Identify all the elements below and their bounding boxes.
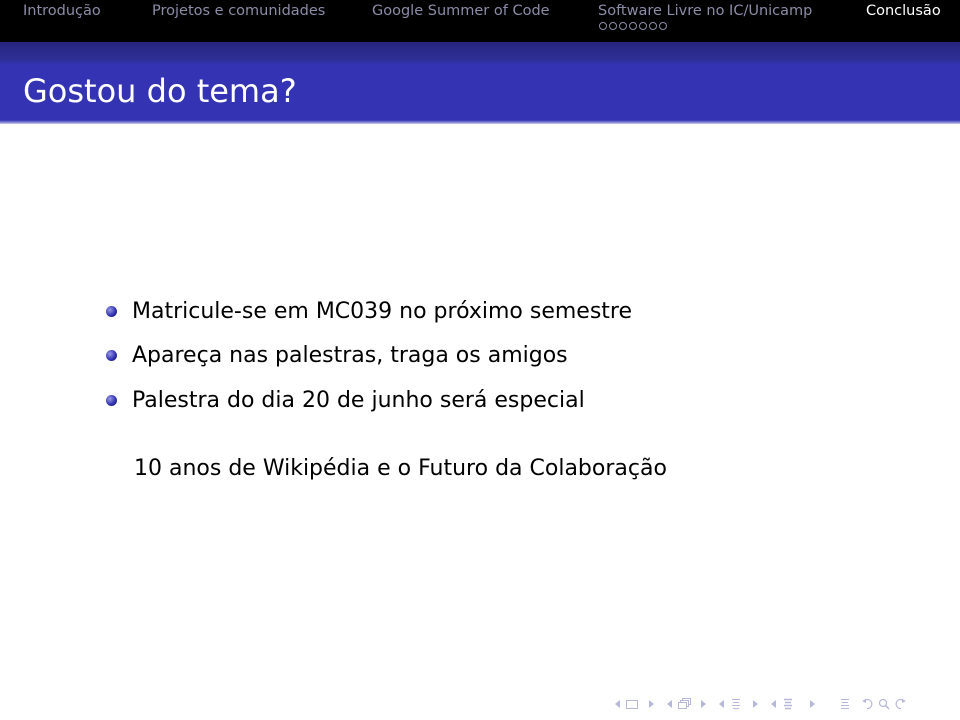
- talk-title-note: 10 anos de Wikipédia e o Futuro da Colab…: [134, 456, 667, 481]
- bullet-text: Apareça nas palestras, traga os amigos: [132, 343, 568, 368]
- nav-section-gsoc[interactable]: Google Summer of Code: [372, 3, 550, 19]
- beamer-navigation-symbols: [612, 694, 908, 714]
- search-icon[interactable]: [876, 698, 892, 710]
- mini-frame-dot[interactable]: [619, 22, 627, 30]
- arrow-right-icon[interactable]: [640, 700, 664, 708]
- frame-icon[interactable]: [624, 699, 640, 709]
- bullet-item: Palestra do dia 20 de junho será especia…: [106, 388, 585, 413]
- align-icon[interactable]: [830, 698, 860, 710]
- arrow-left-icon[interactable]: [612, 700, 624, 708]
- bullet-icon: [106, 350, 117, 361]
- mini-frame-dot[interactable]: [659, 22, 667, 30]
- mini-frame-dot[interactable]: [629, 22, 637, 30]
- slides-icon[interactable]: [676, 698, 692, 710]
- mini-frame-dot[interactable]: [639, 22, 647, 30]
- bullet-text: Palestra do dia 20 de junho será especia…: [132, 388, 585, 413]
- arrow-right-icon[interactable]: [692, 700, 716, 708]
- mini-frame-dots: [599, 22, 667, 30]
- subsection-icon[interactable]: [728, 698, 744, 710]
- bullet-icon: [106, 395, 117, 406]
- section-navigation-bar: Introdução Projetos e comunidades Google…: [0, 0, 960, 42]
- section-icon[interactable]: [780, 698, 796, 710]
- nav-section-software-livre[interactable]: Software Livre no IC/Unicamp: [598, 3, 812, 19]
- nav-section-projetos[interactable]: Projetos e comunidades: [152, 3, 325, 19]
- mini-frame-dot[interactable]: [599, 22, 607, 30]
- nav-section-conclusao[interactable]: Conclusão: [866, 3, 941, 19]
- arrow-left-icon[interactable]: [716, 700, 728, 708]
- bullet-item: Apareça nas palestras, traga os amigos: [106, 343, 568, 368]
- bullet-icon: [106, 306, 117, 317]
- mini-frame-dot[interactable]: [609, 22, 617, 30]
- arrow-left-icon[interactable]: [664, 700, 676, 708]
- bullet-item: Matricule-se em MC039 no próximo semestr…: [106, 299, 632, 324]
- mini-frame-dot[interactable]: [649, 22, 657, 30]
- arrow-right-icon[interactable]: [744, 700, 768, 708]
- forward-icon[interactable]: [892, 698, 908, 710]
- arrow-right-icon[interactable]: [796, 700, 830, 708]
- bullet-text: Matricule-se em MC039 no próximo semestr…: [132, 299, 633, 324]
- nav-section-introducao[interactable]: Introdução: [23, 3, 101, 19]
- frame-title: Gostou do tema?: [23, 72, 297, 110]
- back-icon[interactable]: [860, 698, 876, 710]
- arrow-left-icon[interactable]: [768, 700, 780, 708]
